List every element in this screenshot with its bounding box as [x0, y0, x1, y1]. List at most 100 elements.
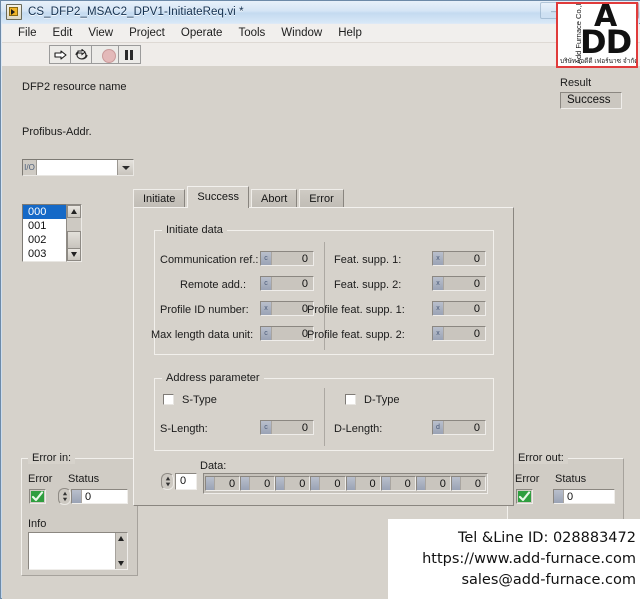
profile-id-number-field[interactable]: x 0 [260, 301, 314, 316]
s-type-checkbox[interactable] [163, 394, 174, 405]
error-in-status-field[interactable]: 0 [71, 489, 128, 504]
data-array-cell-value: 0 [299, 477, 306, 490]
error-in-info-label: Info [28, 518, 47, 530]
data-array-index-value[interactable]: 0 [175, 473, 197, 490]
data-array-cell[interactable]: 0 [310, 476, 346, 491]
data-array-cell-value: 0 [369, 477, 376, 490]
initiate-data-group-title: Initiate data [162, 224, 227, 236]
profile-feat-supp-1-field[interactable]: x 0 [432, 301, 486, 316]
labview-vi-icon [6, 4, 22, 20]
data-array-cell[interactable]: 0 [380, 476, 416, 491]
data-array-elements[interactable]: 0 0 0 0 0 0 0 0 [203, 473, 488, 494]
window-title: CS_DFP2_MSAC2_DPV1-InitiateReq.vi * [28, 6, 244, 18]
profile-feat-supp-2-field[interactable]: x 0 [432, 326, 486, 341]
error-in-info-field[interactable] [28, 532, 128, 570]
numeric-glyph-icon: x [433, 327, 444, 340]
numeric-glyph-icon: x [261, 302, 272, 315]
numeric-glyph-icon [416, 477, 426, 490]
remote-add-value: 0 [301, 277, 308, 290]
pause-button[interactable] [119, 46, 140, 63]
communication-ref-field[interactable]: c 0 [260, 251, 314, 266]
data-array-cell-value: 0 [334, 477, 341, 490]
profibus-addr-scrollbar[interactable] [66, 204, 82, 262]
data-array-cell[interactable]: 0 [205, 476, 241, 491]
d-length-label: D-Length: [334, 423, 383, 435]
feat-supp-2-value: 0 [473, 277, 480, 290]
tab-success[interactable]: Success [187, 186, 249, 208]
io-glyph-icon: I/O [23, 160, 37, 175]
run-button[interactable] [50, 46, 71, 63]
data-array-cell[interactable]: 0 [345, 476, 381, 491]
dfp2-resource-name-label: DFP2 resource name [22, 81, 127, 93]
data-array-cell[interactable]: 0 [275, 476, 311, 491]
data-array-cell[interactable]: 0 [415, 476, 451, 491]
error-out-status-field: 0 [553, 489, 615, 504]
feat-supp-2-field[interactable]: x 0 [432, 276, 486, 291]
s-length-field[interactable]: c 0 [260, 420, 314, 435]
data-array-cell-value: 0 [229, 477, 236, 490]
error-in-info-scrollbar[interactable] [115, 533, 127, 569]
data-array-index-control[interactable]: 0 [161, 473, 197, 490]
menu-item-help[interactable]: Help [330, 25, 370, 41]
scroll-up-button[interactable] [67, 205, 81, 218]
feat-supp-2-label: Feat. supp. 2: [334, 279, 402, 291]
s-type-label: S-Type [182, 394, 217, 406]
run-continuously-button[interactable] [71, 46, 92, 63]
tab-abort[interactable]: Abort [251, 189, 298, 208]
increment-decrement-icon[interactable] [161, 473, 174, 490]
increment-decrement-icon[interactable] [58, 488, 71, 505]
chevron-down-icon[interactable] [117, 160, 133, 175]
error-in-status-stepper[interactable] [58, 488, 71, 505]
feat-supp-1-field[interactable]: x 0 [432, 251, 486, 266]
communication-ref-label: Communication ref.: [160, 254, 259, 266]
run-continuously-icon [75, 49, 88, 60]
numeric-glyph-icon: c [261, 421, 272, 434]
result-label: Result [560, 77, 592, 89]
data-array-cell[interactable]: 0 [240, 476, 276, 491]
tab-initiate[interactable]: Initiate [133, 189, 186, 208]
menu-item-file[interactable]: File [10, 25, 45, 41]
menu-item-view[interactable]: View [80, 25, 121, 41]
abort-execution-button[interactable] [98, 46, 119, 63]
numeric-glyph-icon [311, 477, 321, 490]
dfp2-resource-name-combo[interactable]: I/O [22, 159, 134, 176]
result-indicator: Success [560, 92, 622, 109]
error-out-status-value: 0 [567, 490, 574, 503]
menu-item-project[interactable]: Project [121, 25, 173, 41]
numeric-glyph-icon [554, 490, 564, 503]
numeric-glyph-icon: x [433, 277, 444, 290]
triangle-up-icon [118, 536, 124, 541]
s-length-value: 0 [301, 421, 308, 434]
data-array-cell-value: 0 [404, 477, 411, 490]
check-icon [31, 491, 44, 502]
data-array-cell-value: 0 [264, 477, 271, 490]
numeric-glyph-icon: c [261, 252, 272, 265]
d-type-checkbox[interactable] [345, 394, 356, 405]
remote-add-field[interactable]: c 0 [260, 276, 314, 291]
tab-error[interactable]: Error [299, 189, 344, 208]
numeric-glyph-icon [276, 477, 286, 490]
numeric-glyph-icon [381, 477, 391, 490]
tab-panel-success: Initiate data Communication ref.: c 0 Re… [133, 207, 514, 506]
profile-feat-supp-2-value: 0 [473, 327, 480, 340]
data-array-cell-value: 0 [439, 477, 446, 490]
remote-add-label: Remote add.: [180, 279, 247, 291]
contact-phone: Tel &Line ID: 028883472 [457, 529, 636, 546]
d-length-field[interactable]: d 0 [432, 420, 486, 435]
menu-item-window[interactable]: Window [273, 25, 330, 41]
numeric-glyph-icon: x [433, 302, 444, 315]
group-divider [324, 388, 325, 446]
max-length-data-unit-field[interactable]: c 0 [260, 326, 314, 341]
numeric-glyph-icon: d [433, 421, 444, 434]
scroll-down-button[interactable] [67, 248, 81, 261]
data-array-label: Data: [200, 460, 227, 472]
contact-email: sales@add-furnace.com [461, 571, 636, 588]
toolbar [2, 43, 640, 67]
menu-item-edit[interactable]: Edit [45, 25, 81, 41]
data-array-cell[interactable]: 0 [450, 476, 486, 491]
menu-item-tools[interactable]: Tools [230, 25, 273, 41]
menu-item-operate[interactable]: Operate [173, 25, 231, 41]
data-array-cell-value: 0 [474, 477, 481, 490]
numeric-glyph-icon [72, 490, 82, 503]
d-type-label: D-Type [364, 394, 400, 406]
